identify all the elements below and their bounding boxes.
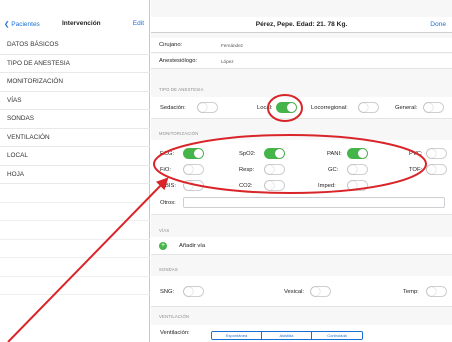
cirujano-label: Cirujano: xyxy=(159,42,183,48)
ventilacion-segmented-control[interactable]: Espontánea Asistida Controlada xyxy=(211,331,363,340)
section-menu: DATOS BÁSICOS TIPO DE ANESTESIA MONITORI… xyxy=(0,36,150,295)
sedacion-label: Sedación: xyxy=(160,105,186,111)
tof-toggle[interactable] xyxy=(426,164,447,175)
sng-label: SNG: xyxy=(160,289,175,295)
empty-row xyxy=(0,203,150,221)
cirujano-row[interactable]: Cirujano: Fernández xyxy=(151,38,452,53)
locorregional-label: Locorregional: xyxy=(311,105,348,111)
done-button[interactable]: Done xyxy=(430,21,446,28)
empty-row xyxy=(0,240,150,258)
resp-label: Resp: xyxy=(239,167,255,173)
temp-toggle[interactable] xyxy=(426,286,447,297)
empty-row xyxy=(0,184,150,203)
pvc-label: PVC: xyxy=(409,151,423,157)
menu-item-hoja[interactable]: HOJA xyxy=(0,166,150,184)
menu-item-ventilacion[interactable]: VENTILACIÓN xyxy=(0,129,150,147)
general-label: General: xyxy=(395,105,418,111)
bis-toggle[interactable] xyxy=(183,180,204,191)
detail-nav-bar: Pérez, Pepe. Edad: 21. 78 Kg. Done xyxy=(151,17,452,33)
sng-toggle[interactable] xyxy=(183,286,204,297)
ventilacion-label: Ventilación: xyxy=(160,330,190,336)
master-nav-bar: ❮ Pacientes Intervención Edit xyxy=(0,17,150,33)
section-header-vias: VÍAS xyxy=(159,228,170,233)
gc-label: GC: xyxy=(328,167,339,173)
cirujano-value[interactable]: Fernández xyxy=(221,43,243,48)
anestesiologo-row[interactable]: Anestesiólogo: López xyxy=(151,54,452,69)
fio-toggle[interactable] xyxy=(183,164,204,175)
gc-toggle[interactable] xyxy=(347,164,368,175)
sondas-row: SNG: Vesical: Temp: xyxy=(151,276,452,307)
segment-asistida[interactable]: Asistida xyxy=(262,332,312,339)
general-toggle[interactable] xyxy=(423,102,444,113)
pani-toggle[interactable] xyxy=(347,148,368,159)
menu-item-vias[interactable]: VÍAS xyxy=(0,92,150,110)
empty-row xyxy=(0,258,150,277)
master-title: Intervención xyxy=(62,20,101,27)
otros-field[interactable] xyxy=(183,197,445,208)
section-header-ventilacion: VENTILACIÓN xyxy=(159,314,190,319)
locorregional-toggle[interactable] xyxy=(358,102,379,113)
menu-item-sondas[interactable]: SONDAS xyxy=(0,110,150,129)
co2-toggle[interactable] xyxy=(264,180,285,191)
menu-item-datos-basicos[interactable]: DATOS BÁSICOS xyxy=(0,36,150,55)
add-via-label[interactable]: Añadir vía xyxy=(179,243,205,249)
tipo-anestesia-row: Sedación: Local: Locorregional: General: xyxy=(151,97,452,119)
menu-item-local[interactable]: LOCAL xyxy=(0,147,150,166)
temp-label: Temp: xyxy=(403,289,419,295)
vesical-label: Vesical: xyxy=(284,289,304,295)
monitorizacion-block: ECG: SpO2: PANI: PVC: FiO: Resp: GC: TOF… xyxy=(151,140,452,215)
back-button[interactable]: ❮ Pacientes xyxy=(4,20,40,28)
segment-controlada[interactable]: Controlada xyxy=(312,332,362,339)
anestesiologo-label: Anestesiólogo: xyxy=(159,58,198,64)
co2-label: CO2: xyxy=(239,183,253,189)
master-panel: ❮ Pacientes Intervención Edit DATOS BÁSI… xyxy=(0,0,150,342)
spo2-label: SpO2: xyxy=(239,151,256,157)
section-header-monitorizacion: MONITORIZACIÓN xyxy=(159,131,199,136)
local-label: Local: xyxy=(257,105,273,111)
pvc-toggle[interactable] xyxy=(426,148,447,159)
local-toggle[interactable] xyxy=(276,102,297,113)
section-header-tipo-anestesia: TIPO DE ANESTESIA xyxy=(159,87,204,92)
anestesiologo-value[interactable]: López xyxy=(221,59,234,64)
vesical-toggle[interactable] xyxy=(310,286,331,297)
sedacion-toggle[interactable] xyxy=(197,102,218,113)
otros-label: Otros: xyxy=(160,200,176,206)
pani-label: PANI: xyxy=(327,151,342,157)
spo2-toggle[interactable] xyxy=(264,148,285,159)
imped-label: Imped: xyxy=(318,183,336,189)
empty-row xyxy=(0,277,150,295)
fio-label: FiO: xyxy=(160,167,171,173)
imped-toggle[interactable] xyxy=(347,180,368,191)
resp-toggle[interactable] xyxy=(264,164,285,175)
bis-label: BIS: xyxy=(165,183,176,189)
section-header-sondas: SONDAS xyxy=(159,267,178,272)
patient-title: Pérez, Pepe. Edad: 21. 78 Kg. xyxy=(255,21,348,28)
add-via-row[interactable]: + Añadir vía xyxy=(151,237,452,255)
edit-button[interactable]: Edit xyxy=(133,20,144,27)
ecg-label: ECG: xyxy=(160,151,175,157)
add-circle-icon[interactable]: + xyxy=(159,242,167,250)
back-button-label: Pacientes xyxy=(11,21,40,28)
segment-espontanea[interactable]: Espontánea xyxy=(212,332,262,339)
empty-row xyxy=(0,221,150,240)
menu-item-tipo-anestesia[interactable]: TIPO DE ANESTESIA xyxy=(0,55,150,73)
detail-panel: Pérez, Pepe. Edad: 21. 78 Kg. Done Ciruj… xyxy=(151,0,452,342)
menu-item-monitorizacion[interactable]: MONITORIZACIÓN xyxy=(0,73,150,92)
ecg-toggle[interactable] xyxy=(183,148,204,159)
tof-label: TOF: xyxy=(409,167,423,173)
